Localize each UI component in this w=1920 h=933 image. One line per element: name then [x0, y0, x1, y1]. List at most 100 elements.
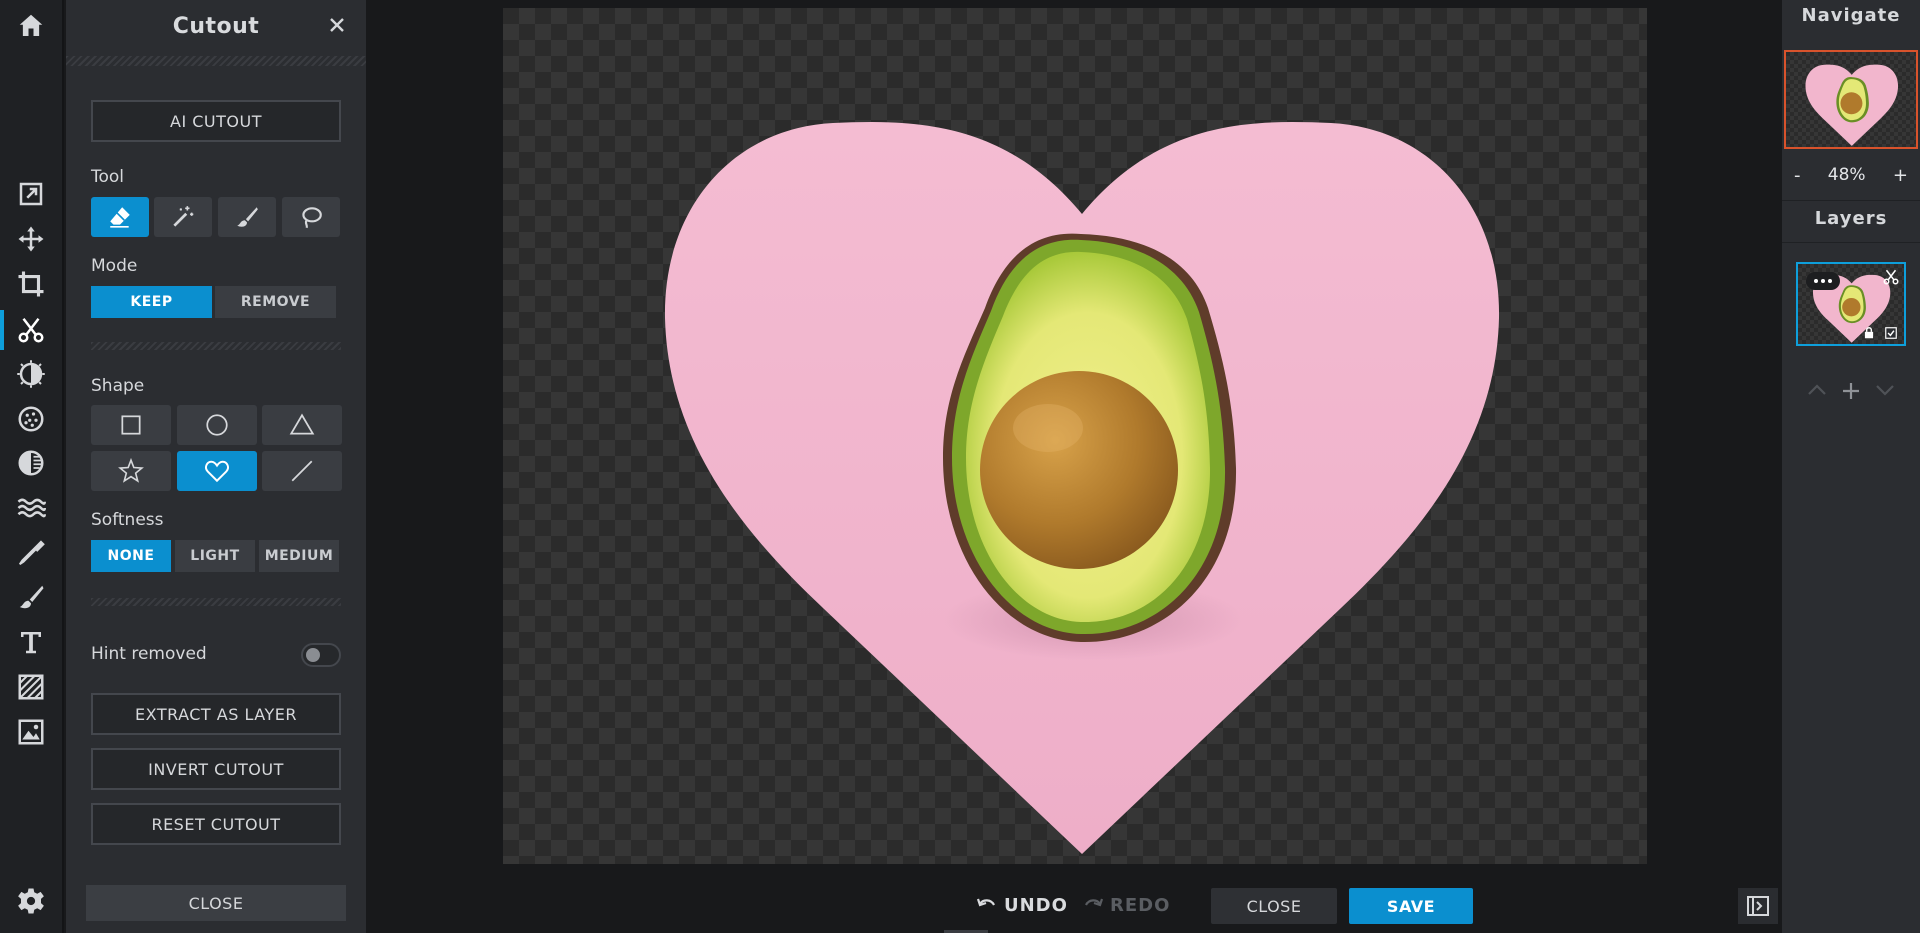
navigator-image	[1805, 64, 1899, 146]
mode-remove-button[interactable]: REMOVE	[215, 286, 336, 318]
crop-tool-button[interactable]	[0, 262, 62, 306]
shape-star-button[interactable]	[91, 451, 171, 491]
move-tool-button[interactable]	[0, 217, 62, 261]
extract-as-layer-button[interactable]: EXTRACT AS LAYER	[91, 693, 341, 735]
waves-icon	[17, 498, 46, 518]
close-icon	[330, 18, 344, 32]
adjust-icon	[17, 360, 45, 388]
brush-icon	[19, 585, 44, 609]
lock-icon[interactable]	[1862, 326, 1876, 340]
more-icon	[1814, 279, 1832, 283]
layer-options-button[interactable]	[1806, 272, 1840, 290]
photo-editor-app: Cutout AI CUTOUT Tool Mode KEEP REMOVE S…	[0, 0, 1920, 933]
image-canvas[interactable]	[503, 8, 1647, 864]
resize-tool-button[interactable]	[0, 172, 62, 216]
zoom-level: 48%	[1827, 165, 1866, 185]
home-icon	[19, 14, 43, 36]
undo-button[interactable]: UNDO	[976, 892, 1068, 918]
header-divider	[66, 56, 366, 66]
redo-button[interactable]: REDO	[1082, 892, 1170, 918]
softness-divider	[91, 598, 341, 606]
add-layer-icon[interactable]	[1840, 380, 1862, 402]
move-icon	[18, 226, 44, 252]
line-icon	[291, 460, 313, 482]
mode-divider	[91, 342, 341, 350]
softness-none-button[interactable]: NONE	[91, 540, 171, 572]
retouch-tool-button[interactable]	[0, 531, 62, 575]
ai-cutout-button[interactable]: AI CUTOUT	[91, 100, 341, 142]
navigator-thumbnail[interactable]	[1784, 50, 1918, 149]
scissors-icon	[18, 317, 44, 343]
effects-icon	[18, 406, 44, 432]
heart-icon	[205, 460, 229, 483]
filter-tool-button[interactable]	[0, 441, 62, 485]
redo-icon	[1085, 898, 1104, 907]
panel-title: Cutout	[172, 13, 260, 39]
adjust-tool-button[interactable]	[0, 352, 62, 396]
cutout-tool-button[interactable]	[0, 308, 62, 352]
undo-label: UNDO	[1004, 894, 1068, 916]
zoom-in-button[interactable]: +	[1893, 165, 1908, 186]
layer-item[interactable]	[1796, 262, 1906, 346]
home-button[interactable]	[0, 4, 62, 48]
canvas-area	[366, 0, 1782, 933]
right-divider	[1782, 200, 1920, 201]
settings-button[interactable]	[0, 879, 62, 923]
effects-tool-button[interactable]	[0, 397, 62, 441]
star-icon	[118, 458, 144, 483]
tool-label: Tool	[91, 167, 125, 187]
canvas-image	[664, 122, 1500, 855]
circle-icon	[206, 414, 228, 436]
right-panel: Navigate - 48% + Layers	[1782, 0, 1920, 933]
cutout-panel: Cutout AI CUTOUT Tool Mode KEEP REMOVE S…	[66, 0, 366, 933]
layers-divider	[1782, 242, 1920, 243]
shape-triangle-button[interactable]	[262, 405, 342, 445]
hint-removed-toggle[interactable]	[301, 643, 341, 667]
shape-heart-button[interactable]	[177, 451, 257, 491]
visibility-checkbox-icon[interactable]	[1884, 326, 1898, 340]
shape-label: Shape	[91, 376, 145, 396]
resize-icon	[19, 182, 43, 206]
softness-light-button[interactable]: LIGHT	[175, 540, 255, 572]
toggle-knob	[306, 648, 320, 662]
square-icon	[121, 415, 141, 435]
texture-icon	[18, 674, 44, 700]
image-tool-button[interactable]	[0, 710, 62, 754]
magic-wand-tool-button[interactable]	[154, 197, 212, 237]
liquify-tool-button[interactable]	[0, 486, 62, 530]
panel-close-button[interactable]: CLOSE	[86, 885, 346, 921]
eraser-tool-button[interactable]	[91, 197, 149, 237]
chevron-down-icon[interactable]	[1874, 382, 1896, 398]
bottom-bar: UNDO REDO CLOSE SAVE	[366, 876, 1782, 933]
gear-icon	[18, 888, 44, 914]
chevron-up-icon[interactable]	[1806, 382, 1828, 398]
texture-tool-button[interactable]	[0, 665, 62, 709]
zoom-out-button[interactable]: -	[1794, 165, 1801, 186]
avocado-pit	[980, 371, 1178, 569]
reset-cutout-button[interactable]: RESET CUTOUT	[91, 803, 341, 845]
brush-tool-button[interactable]	[218, 197, 276, 237]
layer-controls	[1782, 374, 1920, 408]
close-button[interactable]: CLOSE	[1211, 888, 1337, 924]
mode-label: Mode	[91, 256, 138, 276]
text-tool-button[interactable]	[0, 620, 62, 664]
toggle-right-panel-button[interactable]	[1738, 888, 1778, 924]
softness-medium-button[interactable]: MEDIUM	[259, 540, 339, 572]
lasso-tool-button[interactable]	[282, 197, 340, 237]
save-button[interactable]: SAVE	[1349, 888, 1473, 924]
shape-square-button[interactable]	[91, 405, 171, 445]
layers-title: Layers	[1814, 208, 1888, 229]
navigate-title: Navigate	[1801, 5, 1901, 26]
magic-wand-icon	[173, 206, 194, 227]
filter-icon	[18, 450, 44, 476]
close-panel-button[interactable]	[326, 14, 348, 36]
mode-keep-button[interactable]: KEEP	[91, 286, 212, 318]
text-icon	[21, 632, 41, 654]
shape-line-button[interactable]	[262, 451, 342, 491]
eraser-icon	[110, 207, 130, 228]
draw-tool-button[interactable]	[0, 575, 62, 619]
shape-circle-button[interactable]	[177, 405, 257, 445]
left-toolbar	[0, 0, 64, 933]
lasso-icon	[302, 207, 322, 229]
invert-cutout-button[interactable]: INVERT CUTOUT	[91, 748, 341, 790]
